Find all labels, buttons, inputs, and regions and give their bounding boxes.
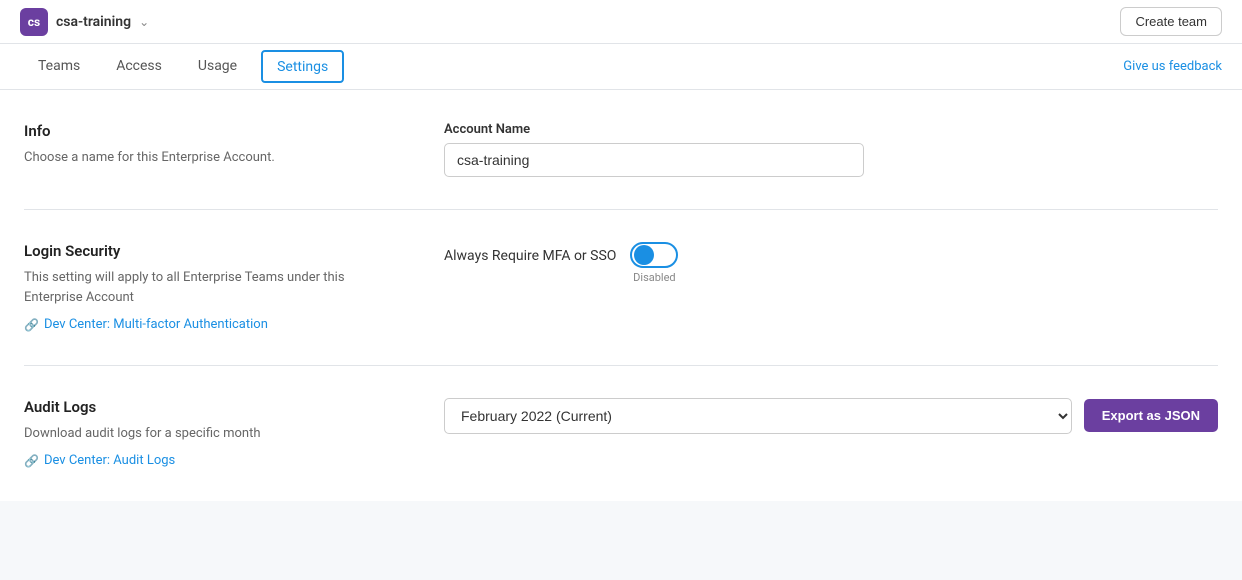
main-content: Info Choose a name for this Enterprise A… bbox=[0, 90, 1242, 501]
toggle-status: Disabled bbox=[633, 271, 675, 284]
toggle-knob bbox=[634, 245, 654, 265]
login-security-left: Login Security This setting will apply t… bbox=[24, 242, 404, 333]
audit-logs-title: Audit Logs bbox=[24, 398, 404, 416]
link-icon-2: 🔗 bbox=[24, 454, 39, 468]
audit-logs-left: Audit Logs Download audit logs for a spe… bbox=[24, 398, 404, 469]
chevron-down-icon: ⌄ bbox=[139, 15, 149, 29]
tab-teams[interactable]: Teams bbox=[20, 44, 98, 89]
org-name: csa-training bbox=[56, 14, 131, 30]
account-name-input[interactable] bbox=[444, 143, 864, 177]
nav-bar: Teams Access Usage Settings Give us feed… bbox=[0, 44, 1242, 90]
mfa-row: Always Require MFA or SSO Disabled bbox=[444, 242, 1218, 284]
nav-tabs: Teams Access Usage Settings bbox=[20, 44, 350, 89]
login-security-desc: This setting will apply to all Enterpris… bbox=[24, 268, 404, 307]
top-bar: cs csa-training ⌄ Create team bbox=[0, 0, 1242, 44]
feedback-link[interactable]: Give us feedback bbox=[1123, 59, 1222, 74]
login-security-section: Login Security This setting will apply t… bbox=[24, 210, 1218, 366]
audit-month-select[interactable]: February 2022 (Current) January 2022 Dec… bbox=[444, 398, 1072, 434]
audit-link-label: Dev Center: Audit Logs bbox=[44, 453, 175, 468]
info-section-left: Info Choose a name for this Enterprise A… bbox=[24, 122, 404, 177]
info-section-title: Info bbox=[24, 122, 404, 140]
mfa-link-label: Dev Center: Multi-factor Authentication bbox=[44, 317, 268, 332]
login-security-right: Always Require MFA or SSO Disabled bbox=[444, 242, 1218, 333]
org-selector[interactable]: cs csa-training ⌄ bbox=[20, 8, 149, 36]
tab-usage[interactable]: Usage bbox=[180, 44, 255, 89]
avatar: cs bbox=[20, 8, 48, 36]
tab-access[interactable]: Access bbox=[98, 44, 180, 89]
audit-logs-section: Audit Logs Download audit logs for a spe… bbox=[24, 366, 1218, 501]
create-team-button[interactable]: Create team bbox=[1120, 7, 1222, 36]
audit-logs-right: February 2022 (Current) January 2022 Dec… bbox=[444, 398, 1218, 469]
audit-logs-desc: Download audit logs for a specific month bbox=[24, 424, 404, 444]
account-name-label: Account Name bbox=[444, 122, 1218, 137]
info-section: Info Choose a name for this Enterprise A… bbox=[24, 90, 1218, 210]
tab-settings[interactable]: Settings bbox=[261, 50, 344, 83]
audit-row: February 2022 (Current) January 2022 Dec… bbox=[444, 398, 1218, 434]
link-icon: 🔗 bbox=[24, 318, 39, 332]
mfa-dev-center-link[interactable]: 🔗 Dev Center: Multi-factor Authenticatio… bbox=[24, 317, 268, 332]
mfa-toggle-wrapper: Disabled bbox=[630, 242, 678, 284]
mfa-label: Always Require MFA or SSO bbox=[444, 242, 616, 264]
mfa-toggle[interactable] bbox=[630, 242, 678, 268]
info-section-right: Account Name bbox=[444, 122, 1218, 177]
audit-dev-center-link[interactable]: 🔗 Dev Center: Audit Logs bbox=[24, 453, 175, 468]
login-security-title: Login Security bbox=[24, 242, 404, 260]
export-json-button[interactable]: Export as JSON bbox=[1084, 399, 1218, 432]
info-section-desc: Choose a name for this Enterprise Accoun… bbox=[24, 148, 404, 168]
